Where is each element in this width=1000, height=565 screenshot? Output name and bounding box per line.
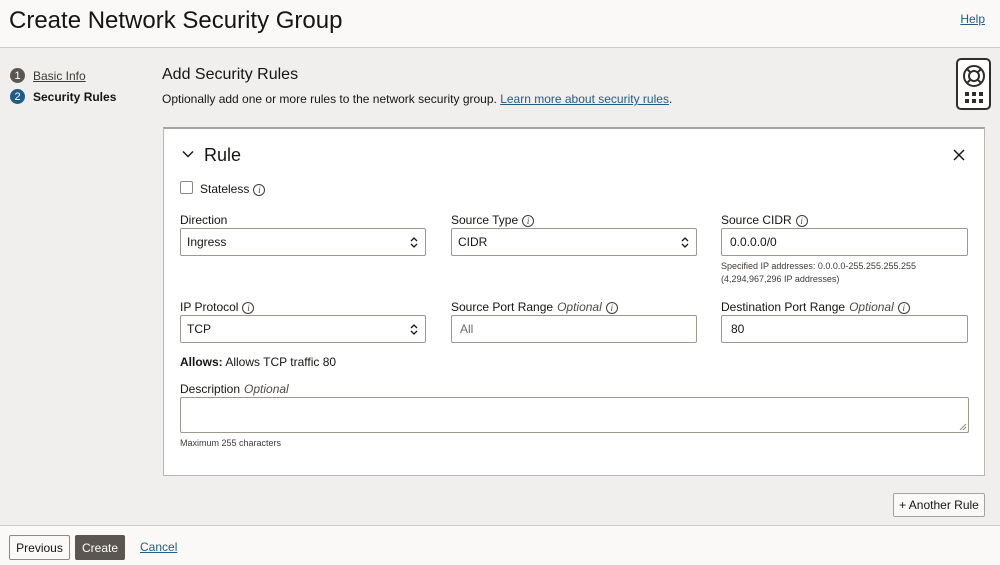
resize-handle-icon[interactable] <box>959 423 967 431</box>
description-hint: Maximum 255 characters <box>180 438 282 448</box>
select-arrows-icon <box>681 237 689 248</box>
source-type-label-text: Source Type <box>451 213 519 227</box>
source-port-label-text: Source Port Range <box>451 300 554 314</box>
wizard-steps: 1 Basic Info 2 Security Rules <box>10 65 150 107</box>
ip-protocol-select[interactable]: TCP <box>180 315 426 343</box>
source-type-select[interactable]: CIDR <box>451 228 697 256</box>
step-label-security-rules: Security Rules <box>33 89 117 104</box>
stateless-label-text: Stateless <box>200 182 250 196</box>
help-widget-button[interactable] <box>956 58 991 110</box>
source-port-input[interactable]: All <box>451 315 697 343</box>
source-cidr-hint-line1: Specified IP addresses: 0.0.0.0-255.255.… <box>721 261 916 271</box>
source-cidr-label: Source CIDR i <box>721 213 808 227</box>
learn-more-link[interactable]: Learn more about security rules <box>500 92 669 106</box>
description-label-text: Description <box>180 382 241 396</box>
dest-port-value: 80 <box>731 322 745 336</box>
add-another-rule-button[interactable]: + Another Rule <box>893 493 985 517</box>
help-link[interactable]: Help <box>960 12 985 26</box>
select-arrows-icon <box>410 324 418 335</box>
direction-select[interactable]: Ingress <box>180 228 426 256</box>
ip-protocol-label: IP Protocol i <box>180 300 255 314</box>
description-label: Description Optional <box>180 382 289 396</box>
source-port-label: Source Port Range Optional i <box>451 300 618 314</box>
stateless-label: Stateless i <box>200 182 266 196</box>
source-cidr-hint: Specified IP addresses: 0.0.0.0-255.255.… <box>721 260 916 286</box>
create-button[interactable]: Create <box>75 535 125 560</box>
page-title: Create Network Security Group <box>9 7 343 34</box>
source-cidr-label-text: Source CIDR <box>721 213 792 227</box>
info-icon[interactable]: i <box>253 183 266 196</box>
step-number-1: 1 <box>10 68 25 83</box>
dest-port-label-text: Destination Port Range <box>721 300 846 314</box>
source-type-label: Source Type i <box>451 213 535 227</box>
info-icon[interactable]: i <box>897 301 910 314</box>
section-description: Optionally add one or more rules to the … <box>162 92 672 106</box>
allows-label: Allows: <box>180 355 223 369</box>
grid-dots-icon <box>964 92 983 103</box>
source-cidr-value: 0.0.0.0/0 <box>730 235 777 249</box>
lifebuoy-icon <box>962 65 985 87</box>
info-icon[interactable]: i <box>605 301 618 314</box>
section-description-period: . <box>668 92 673 106</box>
select-arrows-icon <box>410 237 418 248</box>
source-port-placeholder: All <box>460 322 474 336</box>
info-icon[interactable]: i <box>522 214 535 227</box>
stateless-checkbox[interactable] <box>180 181 193 194</box>
dest-port-label: Destination Port Range Optional i <box>721 300 910 314</box>
previous-button[interactable]: Previous <box>9 535 70 560</box>
page-header: Create Network Security Group Help <box>0 0 1000 48</box>
source-cidr-input[interactable]: 0.0.0.0/0 <box>721 228 968 256</box>
rule-title: Rule <box>204 145 242 165</box>
step-label-basic-info[interactable]: Basic Info <box>33 69 86 83</box>
direction-label: Direction <box>180 213 227 227</box>
cancel-link[interactable]: Cancel <box>140 540 177 554</box>
description-optional: Optional <box>244 382 289 396</box>
section-description-text: Optionally add one or more rules to the … <box>162 92 497 106</box>
allows-text: Allows TCP traffic 80 <box>225 355 337 369</box>
rule-panel: Rule Stateless i Direction Ingress Source… <box>163 127 985 476</box>
step-number-2: 2 <box>10 89 25 104</box>
ip-protocol-label-text: IP Protocol <box>180 300 239 314</box>
section-title: Add Security Rules <box>162 66 299 83</box>
description-textarea[interactable] <box>180 397 969 433</box>
direction-value: Ingress <box>187 235 227 249</box>
info-icon[interactable]: i <box>795 214 808 227</box>
ip-protocol-value: TCP <box>187 322 211 336</box>
dest-port-input[interactable]: 80 <box>721 315 968 343</box>
source-cidr-hint-line2: (4,294,967,296 IP addresses) <box>721 274 840 284</box>
footer-bar: Previous Create Cancel <box>0 525 1000 565</box>
step-basic-info[interactable]: 1 Basic Info <box>10 65 150 86</box>
step-security-rules: 2 Security Rules <box>10 86 150 107</box>
allows-summary: Allows: Allows TCP traffic 80 <box>180 355 336 369</box>
chevron-down-icon[interactable] <box>182 148 194 160</box>
dest-port-optional: Optional <box>849 300 894 314</box>
close-icon[interactable] <box>952 148 966 162</box>
info-icon[interactable]: i <box>242 301 255 314</box>
source-type-value: CIDR <box>458 235 488 249</box>
source-port-optional: Optional <box>557 300 602 314</box>
direction-label-text: Direction <box>180 213 228 227</box>
